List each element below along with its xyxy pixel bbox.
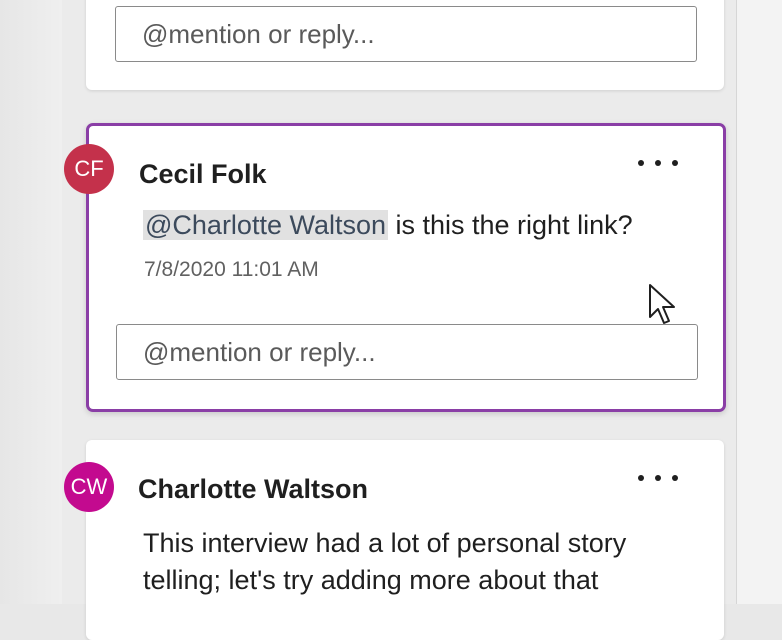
avatar-charlotte-waltson: CW <box>64 462 114 512</box>
document-edge <box>0 0 62 604</box>
comment-body: This interview had a lot of personal sto… <box>143 525 626 599</box>
comment-timestamp: 7/8/2020 11:01 AM <box>144 258 319 281</box>
comments-pane: CF Cecil Folk @Charlotte Waltson is this… <box>0 0 782 640</box>
pane-scroll-rail[interactable] <box>736 0 782 604</box>
comment-body-line: telling; let's try adding more about tha… <box>143 565 599 595</box>
comment-body: @Charlotte Waltson is this the right lin… <box>143 207 633 244</box>
more-options-icon[interactable] <box>638 468 678 488</box>
comment-text: is this the right link? <box>388 210 633 240</box>
reply-input-previous[interactable] <box>115 6 697 62</box>
comment-author: Charlotte Waltson <box>138 474 369 504</box>
more-options-icon[interactable] <box>638 153 678 173</box>
reply-input-active[interactable] <box>116 324 698 380</box>
mention-charlotte-waltson[interactable]: @Charlotte Waltson <box>143 210 388 240</box>
avatar-cecil-folk: CF <box>64 144 114 194</box>
mouse-pointer-icon <box>649 284 675 324</box>
comment-card-previous[interactable] <box>86 0 724 90</box>
comment-card-next[interactable]: CW Charlotte Waltson This interview had … <box>64 440 724 640</box>
comment-body-line: This interview had a lot of personal sto… <box>143 528 627 558</box>
comment-author: Cecil Folk <box>139 159 267 189</box>
comment-card-active[interactable]: CF Cecil Folk @Charlotte Waltson is this… <box>64 123 726 412</box>
